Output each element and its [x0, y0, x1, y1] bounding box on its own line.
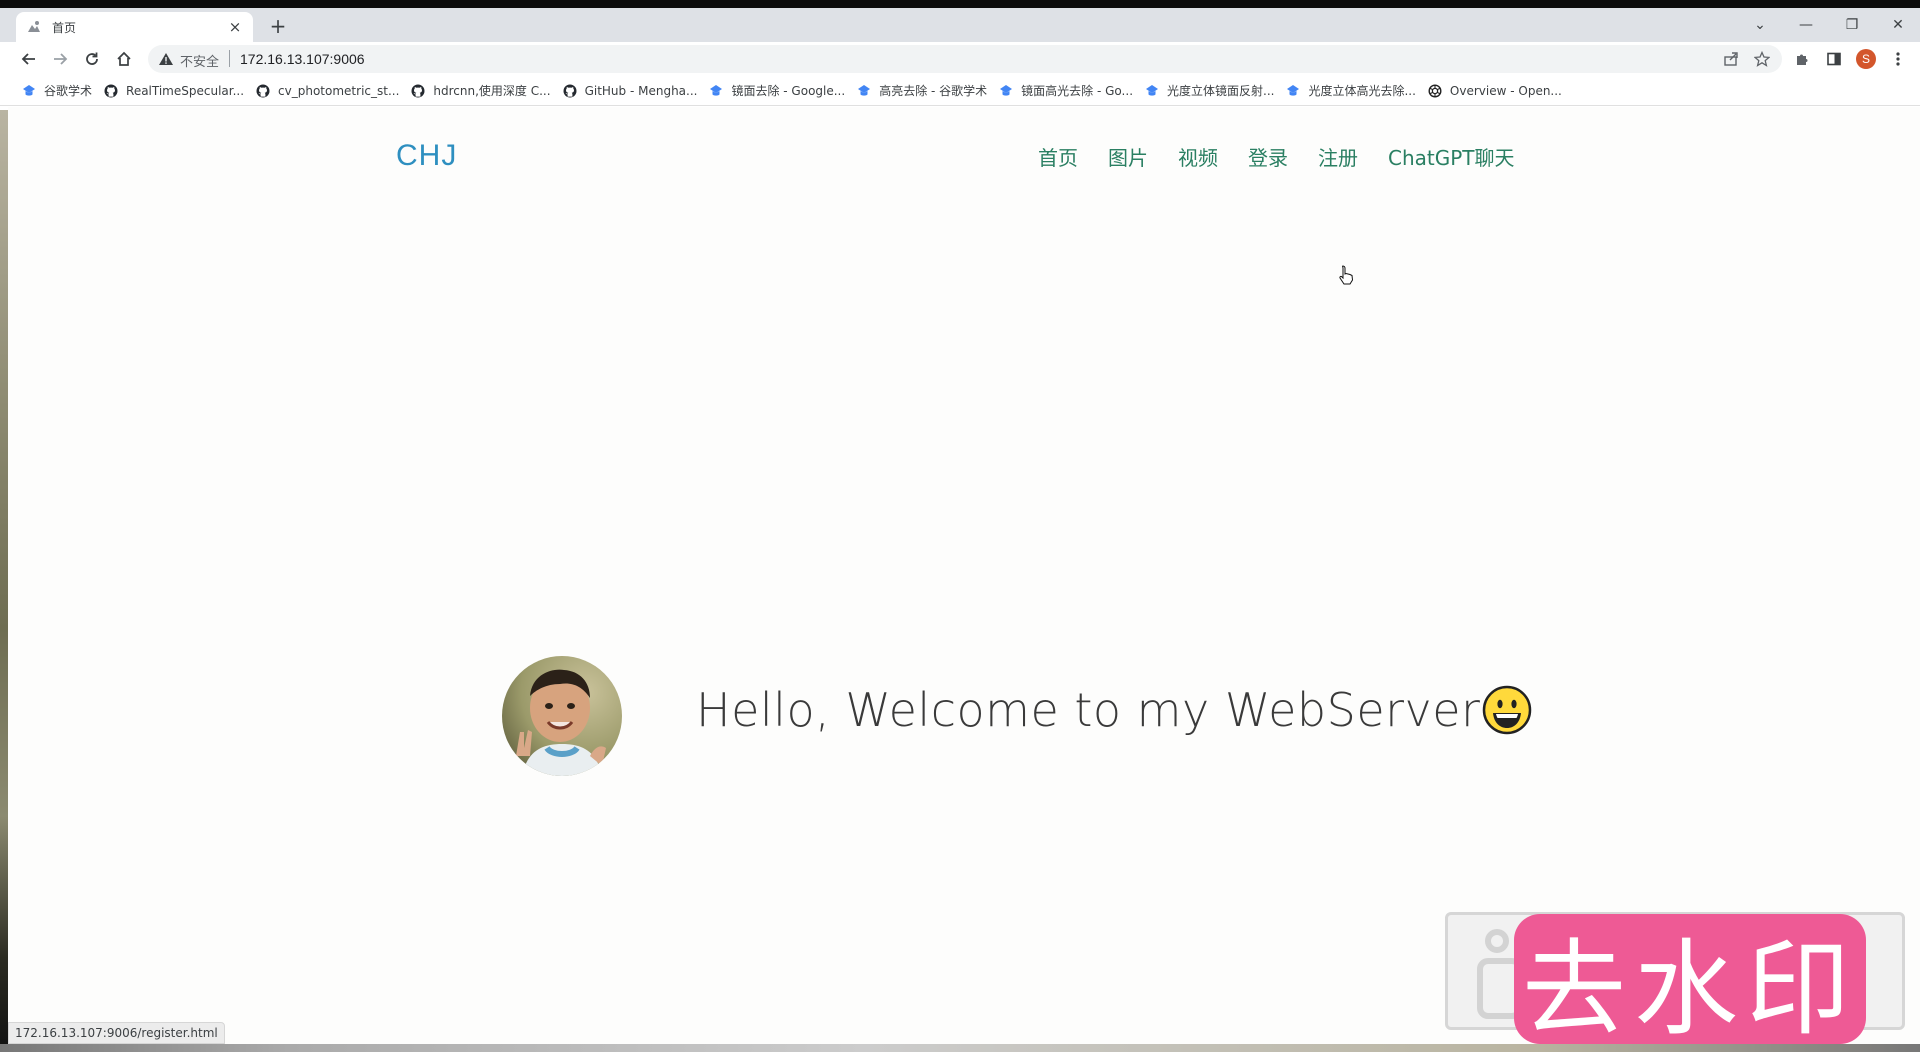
nav-pictures[interactable]: 图片 [1108, 142, 1148, 171]
bookmark-item[interactable]: 谷歌学术 [20, 79, 102, 103]
github-icon [256, 84, 270, 98]
watermark-badge: 去水印 [1514, 914, 1866, 1050]
bookmark-label: 光度立体高光去除... [1308, 84, 1416, 98]
tab-close-icon[interactable]: × [227, 18, 243, 36]
watermark-text: 去水印 [1521, 927, 1858, 1050]
github-icon [104, 84, 118, 98]
bookmark-item[interactable]: 镜面去除 - Google... [707, 79, 855, 103]
close-window-button[interactable]: ✕ [1878, 12, 1918, 38]
nav-videos[interactable]: 视频 [1178, 142, 1218, 171]
scholar-icon [22, 84, 36, 98]
nav-register[interactable]: 注册 [1318, 142, 1358, 171]
scholar-icon [1286, 84, 1300, 98]
tab-search-chevron-down-icon[interactable]: ⌄ [1740, 12, 1780, 38]
scholar-icon [709, 84, 723, 98]
grinning-face-icon [1482, 685, 1532, 735]
bookmark-item[interactable]: 光度立体高光去除... [1284, 79, 1425, 103]
scholar-icon [1145, 84, 1159, 98]
url-text[interactable]: 172.16.13.107:9006 [240, 51, 365, 67]
home-icon[interactable] [112, 47, 136, 71]
bookmark-label: Overview - Open... [1449, 83, 1562, 98]
address-bar[interactable]: 不安全 172.16.13.107:9006 [148, 45, 1782, 73]
share-icon[interactable] [1723, 51, 1739, 67]
mouse-hand-cursor-icon [1338, 265, 1354, 285]
address-divider [229, 50, 230, 67]
more-menu-icon[interactable] [1889, 50, 1907, 68]
security-status-label[interactable]: 不安全 [180, 51, 219, 70]
side-panel-icon[interactable] [1825, 50, 1843, 68]
bookmark-label: hdrcnn,使用深度 C... [433, 84, 551, 98]
reload-icon[interactable] [80, 47, 104, 71]
site-brand-logo[interactable]: CHJ [396, 139, 457, 173]
github-icon [411, 84, 425, 98]
desktop-background-strip [0, 110, 8, 1052]
bookmark-label: 镜面去除 - Google... [731, 84, 846, 98]
nav-home[interactable]: 首页 [1038, 142, 1078, 171]
bookmark-star-icon[interactable] [1753, 50, 1771, 67]
new-tab-button[interactable]: + [266, 14, 290, 38]
screen-top-edge [0, 0, 1920, 8]
browser-toolbar: 不安全 172.16.13.107:9006 S [0, 42, 1920, 76]
nav-login[interactable]: 登录 [1248, 142, 1288, 171]
scholar-icon [999, 84, 1013, 98]
forward-arrow-icon[interactable] [48, 47, 72, 71]
bookmark-item[interactable]: 高亮去除 - 谷歌学术 [855, 79, 997, 103]
bookmark-item[interactable]: Overview - Open... [1426, 79, 1572, 103]
extensions-puzzle-icon[interactable] [1793, 50, 1811, 68]
github-icon [563, 84, 577, 98]
bookmark-item[interactable]: GitHub - Mengha... [561, 79, 708, 103]
restore-button[interactable]: ❐ [1832, 12, 1872, 38]
bookmark-label: 谷歌学术 [44, 84, 93, 98]
bookmark-item[interactable]: hdrcnn,使用深度 C... [409, 79, 560, 103]
page-favicon-icon [26, 19, 42, 35]
bookmark-label: GitHub - Mengha... [584, 83, 698, 98]
bookmark-label: cv_photometric_st... [278, 83, 400, 98]
welcome-heading: Hello, Welcome to my WebServer [696, 683, 1532, 737]
nav-chatgpt[interactable]: ChatGPT聊天 [1388, 142, 1515, 171]
profile-avatar[interactable]: S [1856, 49, 1876, 69]
tab-strip: 首页 × + ⌄ — ❐ ✕ [0, 8, 1920, 42]
back-arrow-icon[interactable] [17, 47, 41, 71]
avatar [502, 656, 622, 776]
taskbar-edge [0, 1044, 1920, 1052]
warning-icon[interactable] [158, 51, 174, 67]
scholar-icon [857, 84, 871, 98]
openai-icon [1428, 83, 1442, 98]
bookmark-label: 光度立体镜面反射... [1167, 84, 1275, 98]
bookmark-label: RealTimeSpecular... [126, 83, 245, 98]
tab-title: 首页 [52, 20, 77, 35]
bookmark-label: 高亮去除 - 谷歌学术 [879, 84, 988, 98]
status-bar-url: 172.16.13.107:9006/register.html [8, 1022, 225, 1044]
bookmarks-bar: 谷歌学术 RealTimeSpecular... cv_photometric_st… [0, 76, 1920, 106]
bookmark-item[interactable]: 镜面高光去除 - Go... [997, 79, 1143, 103]
minimize-button[interactable]: — [1786, 12, 1826, 38]
bookmark-item[interactable]: cv_photometric_st... [254, 79, 409, 103]
site-nav: 首页 图片 视频 登录 注册 ChatGPT聊天 [1038, 142, 1545, 171]
bookmark-item[interactable]: RealTimeSpecular... [102, 79, 254, 103]
bookmark-label: 镜面高光去除 - Go... [1021, 84, 1134, 98]
welcome-text: Hello, Welcome to my WebServer [696, 683, 1481, 737]
tab-home[interactable]: 首页 × [16, 12, 253, 42]
bookmark-item[interactable]: 光度立体镜面反射... [1143, 79, 1284, 103]
